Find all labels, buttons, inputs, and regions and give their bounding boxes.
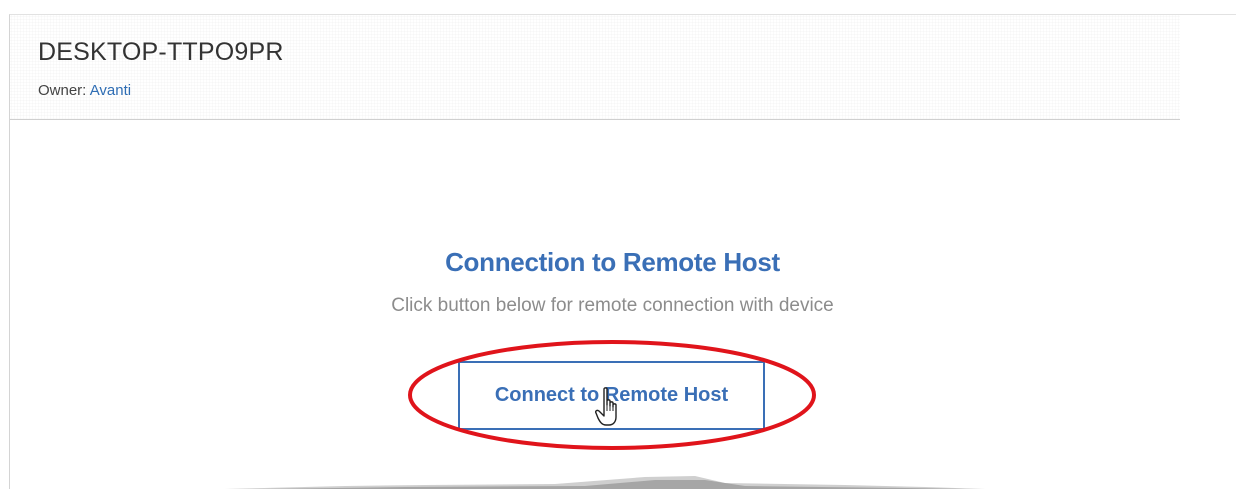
owner-line: Owner: Avanti bbox=[38, 82, 131, 99]
device-header: DESKTOP-TTPO9PR Owner: Avanti bbox=[10, 15, 1180, 120]
connection-subtitle: Click button below for remote connection… bbox=[391, 295, 834, 316]
connect-button-label: Connect to Remote Host bbox=[494, 384, 729, 406]
device-name: DESKTOP-TTPO9PR bbox=[38, 38, 284, 66]
connect-to-remote-host-button[interactable]: Connect to Remote Host bbox=[458, 361, 765, 430]
remote-control-panel: DESKTOP-TTPO9PR Owner: Avanti Connection… bbox=[9, 14, 1236, 489]
connection-title: Connection to Remote Host bbox=[445, 247, 780, 277]
owner-label: Owner: bbox=[38, 82, 87, 99]
owner-link[interactable]: Avanti bbox=[90, 82, 131, 99]
bottom-shadow-divider bbox=[225, 476, 985, 489]
